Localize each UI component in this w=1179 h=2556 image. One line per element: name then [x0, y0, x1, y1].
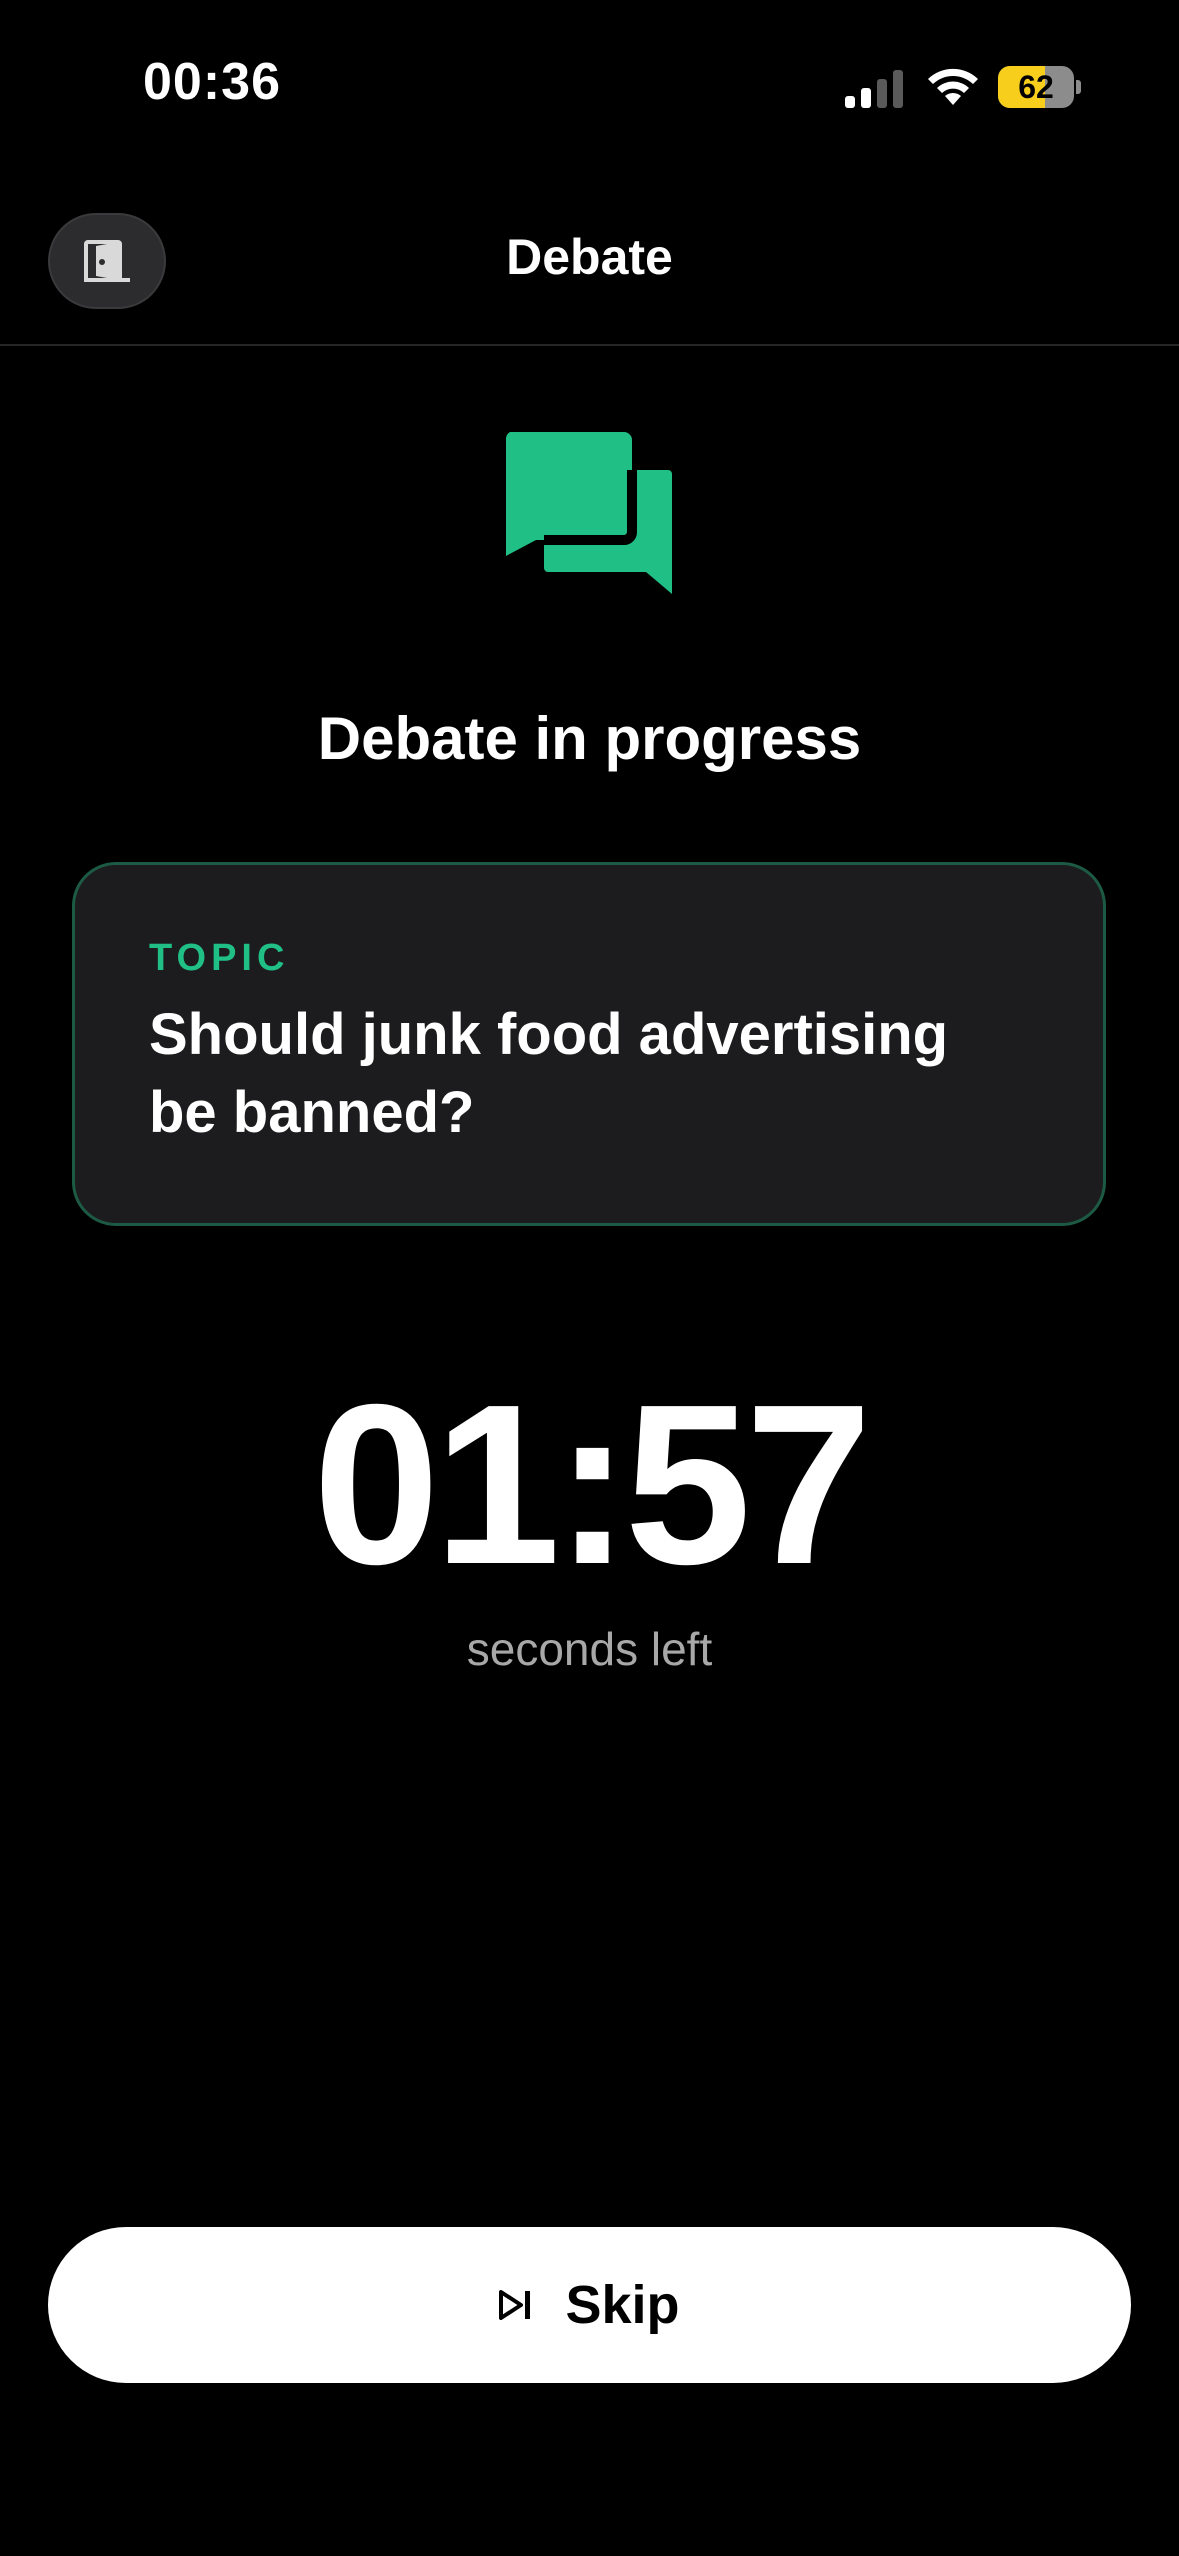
- skip-button[interactable]: Skip: [48, 2227, 1131, 2383]
- timer-caption: seconds left: [466, 1623, 713, 1675]
- topic-card: TOPIC Should junk food advertising be ba…: [72, 862, 1106, 1226]
- debate-screen: 00:36 62 Debate Debate in progress TOPIC…: [0, 0, 1179, 2556]
- topic-label: TOPIC: [149, 937, 290, 979]
- wifi-icon: [928, 68, 978, 105]
- cellular-signal-icon: [845, 70, 903, 108]
- header-divider: [0, 344, 1179, 346]
- topic-text: Should junk food advertising be banned?: [149, 1002, 949, 1145]
- countdown-timer: 01:57: [312, 1358, 872, 1612]
- status-time: 00:36: [143, 53, 281, 111]
- battery-level: 62: [1018, 69, 1054, 105]
- debate-status-title: Debate in progress: [317, 705, 862, 772]
- battery-indicator: 62: [998, 66, 1082, 108]
- skip-forward-icon: [499, 2290, 531, 2320]
- skip-label: Skip: [565, 2275, 680, 2335]
- page-title: Debate: [506, 229, 673, 285]
- chat-bubbles-icon: [506, 432, 672, 594]
